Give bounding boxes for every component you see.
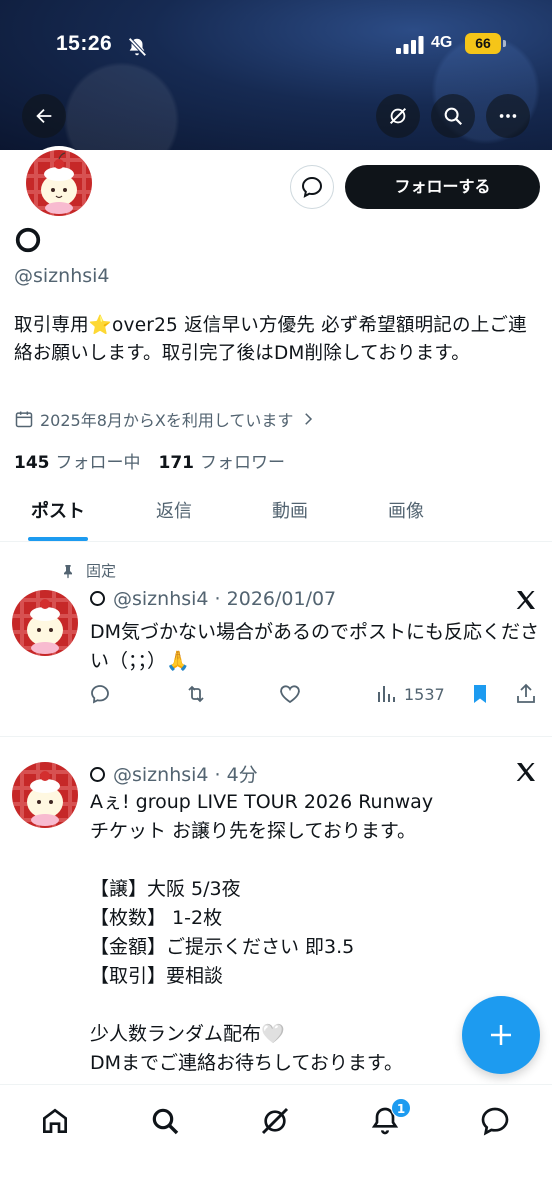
- joined-text: 2025年8月からXを利用しています: [40, 411, 294, 430]
- notification-badge: 1: [391, 1098, 411, 1118]
- follow-stats: 145 フォロー中 171 フォロワー: [14, 448, 285, 473]
- tab-images[interactable]: 画像: [348, 488, 464, 541]
- post-time[interactable]: 2026/01/07: [227, 588, 337, 610]
- profile-avatar[interactable]: [22, 146, 96, 220]
- pin-icon: [64, 564, 72, 578]
- meta-separator: ·: [208, 764, 227, 786]
- bell-off-icon: [128, 37, 147, 57]
- profile-tabs: ポスト 返信 動画 画像: [0, 488, 552, 542]
- status-bar: 15:26 4G 66: [0, 28, 552, 64]
- grok-button[interactable]: [376, 94, 420, 138]
- more-icon: [499, 114, 517, 118]
- compose-button[interactable]: [462, 996, 540, 1074]
- post-handle[interactable]: @siznhsi4: [113, 588, 209, 610]
- share-icon: [517, 683, 535, 703]
- search-icon: [444, 107, 463, 126]
- post-meta: @siznhsi4 · 4分: [90, 760, 258, 787]
- battery-icon: 66: [465, 33, 506, 54]
- home-icon: [43, 1108, 67, 1133]
- nav-grok[interactable]: [257, 1103, 293, 1139]
- calendar-icon: [15, 411, 33, 428]
- network-type: 4G: [431, 34, 453, 51]
- tab-replies[interactable]: 返信: [116, 488, 232, 541]
- grok-icon: [261, 1107, 289, 1135]
- followers-link[interactable]: 171 フォロワー: [159, 448, 286, 473]
- nav-search[interactable]: [147, 1103, 183, 1139]
- share-button[interactable]: [514, 682, 538, 706]
- search-icon: [152, 1108, 179, 1135]
- bottom-navigation: 1: [0, 1084, 552, 1200]
- post-time[interactable]: 4分: [227, 764, 258, 786]
- x-logo-icon: [516, 591, 535, 609]
- reply-button[interactable]: [88, 682, 112, 706]
- back-button[interactable]: [22, 94, 66, 138]
- post-avatar[interactable]: [12, 762, 78, 828]
- following-count: 145: [14, 453, 50, 473]
- post-meta: @siznhsi4 · 2026/01/07: [90, 588, 336, 610]
- message-bubble-icon: [481, 1107, 509, 1136]
- message-button[interactable]: [290, 165, 334, 209]
- post-text: DM気づかない場合があるのでポストにも反応ください（；；）🙏: [90, 621, 540, 672]
- reply-icon: [91, 685, 109, 704]
- followers-label: フォロワー: [200, 453, 285, 473]
- tab-videos[interactable]: 動画: [232, 488, 348, 541]
- views-button[interactable]: 1537: [374, 682, 445, 706]
- following-label: フォロー中: [55, 453, 141, 473]
- message-bubble-icon: [301, 176, 323, 198]
- bookmark-button[interactable]: [468, 682, 492, 706]
- pinned-indicator: 固定: [60, 560, 116, 581]
- follow-button[interactable]: フォローする: [345, 165, 540, 209]
- circle-name-icon: [90, 591, 105, 606]
- avatar-image: [12, 590, 78, 656]
- like-button[interactable]: [278, 682, 302, 706]
- profile-handle: @siznhsi4: [14, 265, 110, 287]
- post-divider: [0, 736, 552, 737]
- circle-name-icon: [90, 767, 105, 782]
- circle-name-icon: [15, 227, 41, 253]
- search-button[interactable]: [431, 94, 475, 138]
- post-handle[interactable]: @siznhsi4: [113, 764, 209, 786]
- bookmark-filled-icon: [474, 685, 486, 703]
- heart-icon: [280, 685, 300, 704]
- more-button[interactable]: [486, 94, 530, 138]
- grok-icon: [389, 107, 407, 125]
- chevron-right-icon: [305, 413, 313, 425]
- plus-icon: [491, 1025, 511, 1045]
- followers-count: 171: [158, 453, 195, 473]
- repost-icon: [188, 685, 204, 703]
- status-time: 15:26: [56, 32, 113, 55]
- tab-posts[interactable]: ポスト: [0, 488, 116, 541]
- joined-date[interactable]: 2025年8月からXを利用しています: [14, 407, 317, 431]
- profile-banner: 15:26 4G 66: [0, 0, 552, 150]
- views-chart-icon: [378, 686, 395, 702]
- post-actions: 1537: [88, 682, 548, 712]
- post-avatar[interactable]: [12, 590, 78, 656]
- avatar-image: [26, 150, 92, 216]
- arrow-left-icon: [36, 108, 52, 124]
- nav-home[interactable]: [37, 1103, 73, 1139]
- x-logo-icon: [516, 763, 535, 781]
- meta-separator: ·: [208, 588, 227, 610]
- profile-bio: 取引専用⭐️over25 返信早い方優先 必ず希望額明記の上ご連絡お願いします。…: [14, 315, 527, 364]
- following-link[interactable]: 145 フォロー中: [14, 448, 141, 473]
- repost-button[interactable]: [184, 682, 208, 706]
- signal-icon: [396, 36, 424, 54]
- pinned-label: 固定: [86, 562, 117, 580]
- views-count: 1537: [404, 684, 445, 704]
- avatar-image: [12, 762, 78, 828]
- display-name: [14, 226, 42, 257]
- nav-messages[interactable]: [477, 1103, 513, 1139]
